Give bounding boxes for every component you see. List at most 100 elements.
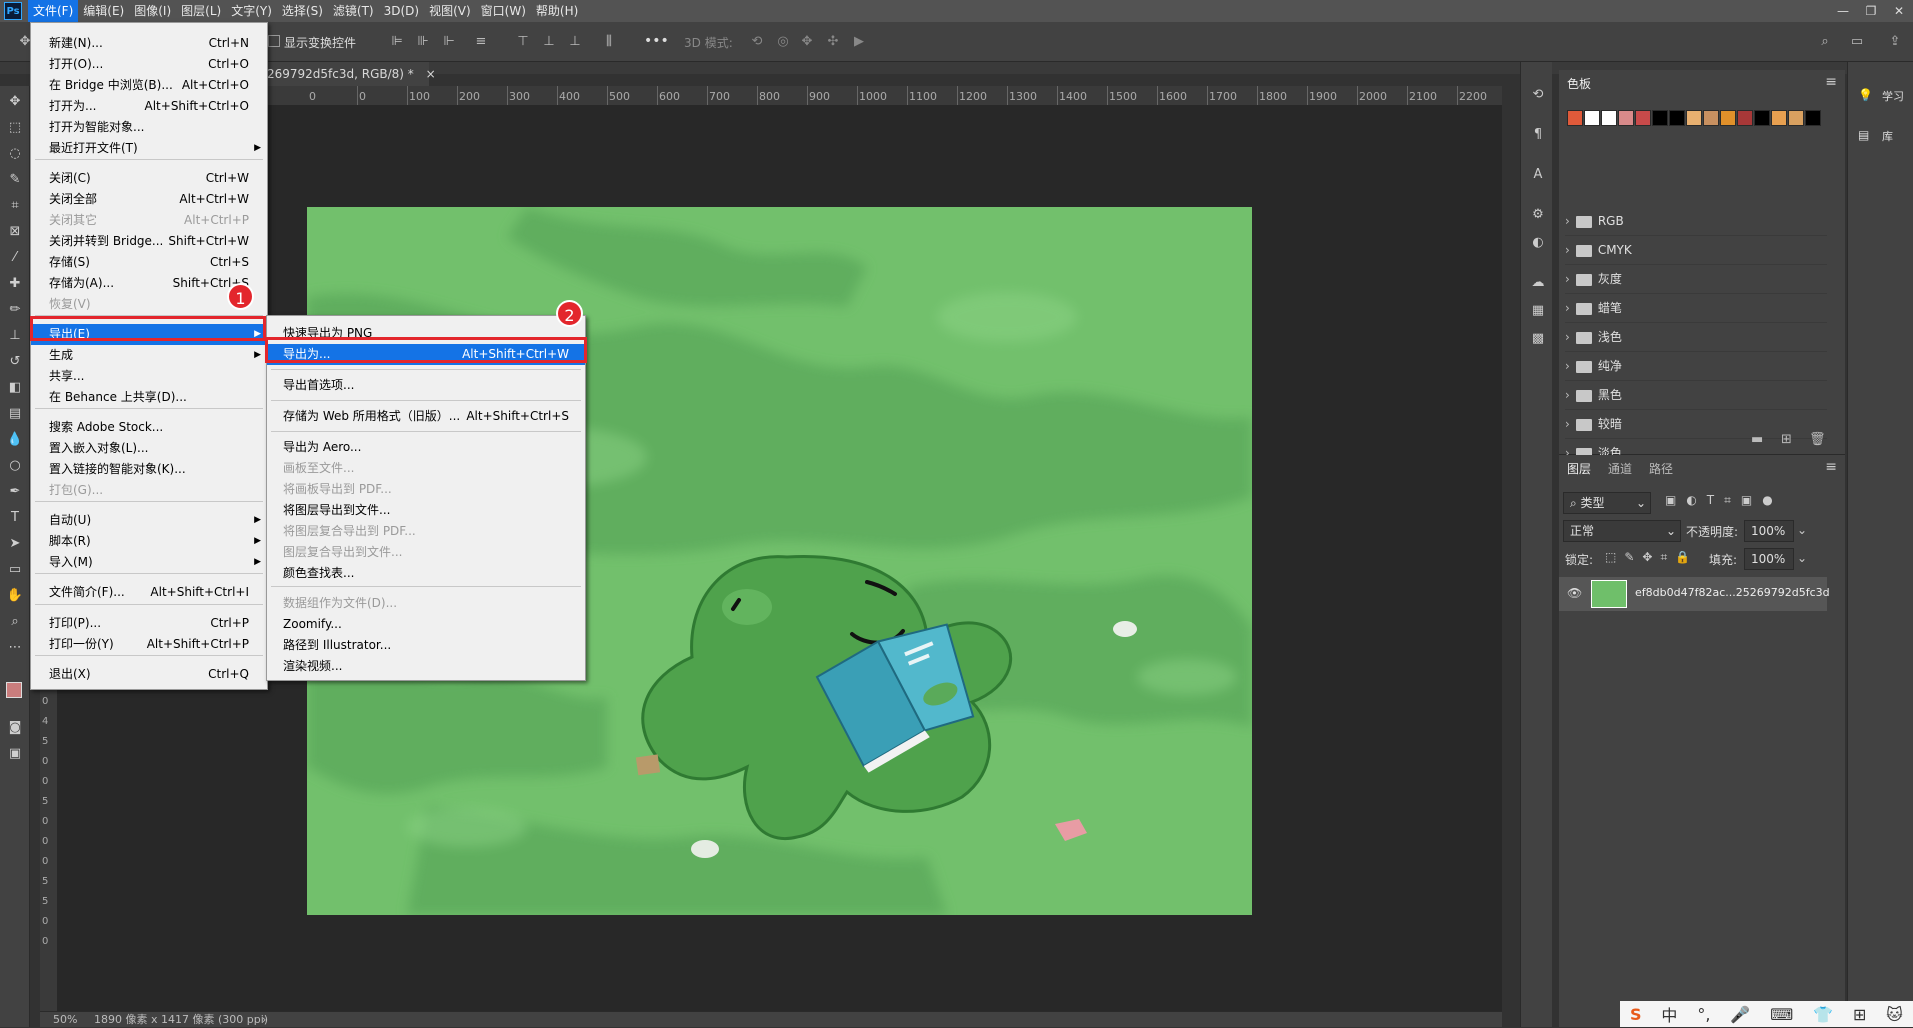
file-menu-item[interactable]: 退出(X) Ctrl+Q [31, 664, 267, 685]
layer-name[interactable]: ef8db0d47f82ac...25269792d5fc3d [1635, 586, 1830, 599]
layer-filter-select[interactable]: ⌕ 类型 ⌄ [1563, 492, 1651, 514]
file-menu-item[interactable]: 置入嵌入对象(L)... [31, 438, 267, 459]
ime-punctuation-icon[interactable]: °, [1697, 1005, 1710, 1024]
chevron-right-icon[interactable]: › [1565, 272, 1570, 286]
visibility-eye-icon[interactable]: 👁 [1567, 586, 1582, 600]
menu-file[interactable]: 文件(F) [28, 0, 79, 22]
color-swatch[interactable] [1669, 110, 1685, 126]
ime-logo-icon[interactable]: S [1630, 1005, 1642, 1024]
3d-slide-icon[interactable]: ✣ [824, 33, 842, 51]
file-menu-item[interactable]: 在 Bridge 中浏览(B)... Alt+Ctrl+O [31, 75, 267, 96]
opacity-chevron-icon[interactable]: ⌄ [1797, 523, 1807, 537]
file-menu-item[interactable]: 导入(M) ▶ [31, 552, 267, 573]
microphone-icon[interactable]: 🎤 [1730, 1005, 1750, 1024]
crop-tool-icon[interactable]: ⌗ [5, 196, 25, 216]
zoom-tool-icon[interactable]: ⌕ [5, 612, 25, 632]
export-menu-item[interactable]: Zoomify... [267, 614, 585, 635]
blur-tool-icon[interactable]: 💧 [5, 430, 25, 450]
blend-mode-select[interactable]: 正常 ⌄ [1563, 520, 1681, 542]
color-swatch[interactable] [1635, 110, 1651, 126]
learn-label[interactable]: 学习 [1882, 88, 1904, 104]
color-swatch[interactable] [1720, 110, 1736, 126]
chevron-right-icon[interactable]: › [1565, 214, 1570, 228]
tab-swatches[interactable]: 色板 [1567, 70, 1591, 98]
swatch-group-row[interactable]: › 黑色 [1565, 381, 1827, 410]
3d-pan-icon[interactable]: ✥ [798, 33, 816, 51]
align-top-icon[interactable]: ⊤ [514, 33, 532, 51]
swatch-group-row[interactable]: › CMYK [1565, 236, 1827, 265]
toolbox-icon[interactable]: ⊞ [1853, 1005, 1866, 1024]
skin-icon[interactable]: 👕 [1813, 1005, 1833, 1024]
file-menu-item[interactable]: 打包(G)... [31, 480, 267, 501]
chevron-right-icon[interactable]: › [1565, 417, 1570, 431]
file-menu-item[interactable]: 打开为智能对象... [31, 117, 267, 138]
file-menu-item[interactable]: 打开(O)... Ctrl+O [31, 54, 267, 75]
healing-brush-icon[interactable]: ✚ [5, 274, 25, 294]
tab-channels[interactable]: 通道 [1608, 455, 1632, 483]
swatch-group-row[interactable]: › 蜡笔 [1565, 294, 1827, 323]
stamp-tool-icon[interactable]: ⊥ [5, 326, 25, 346]
export-menu-item[interactable]: 数据组作为文件(D)... [267, 593, 585, 614]
color-swatch[interactable] [1805, 110, 1821, 126]
gradient-icon[interactable]: ▤ [5, 404, 25, 424]
file-menu-item[interactable]: 关闭并转到 Bridge... Shift+Ctrl+W [31, 231, 267, 252]
file-menu-item[interactable]: 最近打开文件(T) ▶ [31, 138, 267, 159]
properties-icon[interactable]: ⚙ [1529, 206, 1547, 224]
adjustments-icon[interactable]: ◐ [1529, 234, 1547, 252]
history-icon[interactable]: ⟲ [1529, 86, 1547, 104]
distribute-icon[interactable]: ≡ [472, 33, 490, 51]
3d-camera-icon[interactable]: ▶ [850, 33, 868, 51]
more-options-icon[interactable]: ••• [644, 33, 669, 49]
restore-icon[interactable]: ❐ [1857, 0, 1885, 22]
delete-swatch-icon[interactable]: 🗑 [1809, 432, 1826, 447]
close-icon[interactable]: ✕ [1885, 0, 1913, 22]
swatch-group-row[interactable]: › 灰度 [1565, 265, 1827, 294]
pen-tool-icon[interactable]: ✒ [5, 482, 25, 502]
file-menu-item[interactable]: 存储(S) Ctrl+S [31, 252, 267, 273]
export-menu-item[interactable]: 将图层复合导出到 PDF... [267, 521, 585, 542]
chevron-right-icon[interactable]: › [1565, 388, 1570, 402]
menu-help[interactable]: 帮助(H) [531, 0, 583, 22]
new-swatch-icon[interactable]: ⊞ [1781, 432, 1792, 447]
quick-mask-icon[interactable]: ◙ [5, 718, 25, 738]
ime-chinese-toggle[interactable]: 中 [1661, 1002, 1677, 1026]
color-swatch[interactable] [1652, 110, 1668, 126]
export-menu-item[interactable]: 路径到 Illustrator... [267, 635, 585, 656]
align-center-icon[interactable]: ⊪ [414, 33, 432, 51]
fill-input[interactable]: 100% [1744, 548, 1794, 570]
3d-roll-icon[interactable]: ◎ [774, 33, 792, 51]
search-icon[interactable]: ⌕ [1816, 33, 1834, 51]
file-menu-item[interactable]: 搜索 Adobe Stock... [31, 417, 267, 438]
new-group-icon[interactable]: ▬ [1751, 432, 1763, 447]
file-menu-item[interactable]: 关闭(C) Ctrl+W [31, 168, 267, 189]
character-icon[interactable]: A [1529, 166, 1547, 184]
align-left-icon[interactable]: ⊫ [388, 33, 406, 51]
color-swatch[interactable] [1567, 110, 1583, 126]
file-menu-item[interactable]: 打开为... Alt+Shift+Ctrl+O [31, 96, 267, 117]
export-menu-item[interactable]: 画板至文件... [267, 458, 585, 479]
workspace-icon[interactable]: ▭ [1848, 33, 1866, 51]
color-swatch[interactable] [1703, 110, 1719, 126]
export-menu-item[interactable]: 存储为 Web 所用格式（旧版）... Alt+Shift+Ctrl+S [267, 406, 585, 427]
swatch-group-row[interactable]: › RGB [1565, 207, 1827, 236]
lock-icons[interactable]: ⬚✎✥⌗🔒 [1605, 550, 1698, 565]
menu-filter[interactable]: 滤镜(T) [328, 0, 379, 22]
brush-tool-icon[interactable]: ✏ [5, 300, 25, 320]
align-middle-icon[interactable]: ⊥ [540, 33, 558, 51]
screen-mode-icon[interactable]: ▣ [5, 744, 25, 764]
dodge-tool-icon[interactable]: ○ [5, 456, 25, 476]
patterns-icon[interactable]: ▩ [1529, 330, 1547, 348]
styles-icon[interactable]: ☁ [1529, 274, 1547, 292]
frame-tool-icon[interactable]: ⊠ [5, 222, 25, 242]
menu-image[interactable]: 图像(I) [129, 0, 176, 22]
keyboard-icon[interactable]: ⌨ [1770, 1005, 1793, 1024]
foreground-color-swatch[interactable] [6, 682, 22, 698]
align-bottom-icon[interactable]: ⊥ [566, 33, 584, 51]
opacity-input[interactable]: 100% [1744, 520, 1794, 542]
file-menu-item[interactable]: 关闭其它 Alt+Ctrl+P [31, 210, 267, 231]
eraser-icon[interactable]: ◧ [5, 378, 25, 398]
file-menu-item[interactable]: 打印(P)... Ctrl+P [31, 613, 267, 634]
gradients-icon[interactable]: ▦ [1529, 302, 1547, 320]
file-menu-item[interactable]: 打印一份(Y) Alt+Shift+Ctrl+P [31, 634, 267, 655]
swatch-group-row[interactable]: › 纯净 [1565, 352, 1827, 381]
